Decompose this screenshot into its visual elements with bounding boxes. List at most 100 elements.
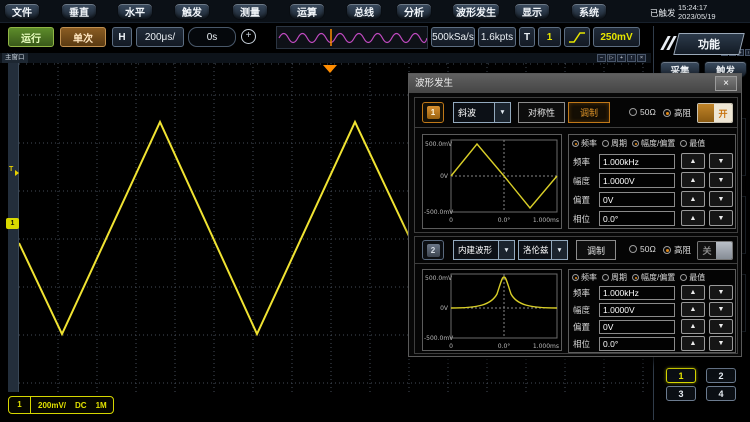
trigger-slope-button[interactable] [564,27,590,47]
ch1-offset-input[interactable]: 0V [599,192,675,207]
ch1-mode-frequency[interactable]: 频率 [572,138,597,149]
decrease-button[interactable]: ▼ [709,302,733,317]
trigger-level-button[interactable]: 250mV [593,27,640,47]
ch1-phase-input[interactable]: 0.0° [599,211,675,226]
ch2-impedance-50-radio[interactable]: 50Ω [629,244,656,254]
softkey-2[interactable]: 2 [706,368,736,383]
ch2-wavetype-dropdown[interactable]: 洛伦兹 ▼ [518,240,568,260]
ch2-mode-period[interactable]: 周期 [602,272,627,283]
menu-display[interactable]: 显示 [514,3,550,20]
ch1-impedance-hiz-radio[interactable]: 高阻 [663,107,691,119]
softkey-3[interactable]: 3 [666,386,696,401]
menu-bus[interactable]: 总线 [346,3,382,20]
dock-icon[interactable]: ↑ [627,54,636,62]
decrease-button[interactable]: ▼ [709,172,733,188]
increase-button[interactable]: ▲ [681,302,705,317]
restore-icon[interactable]: ▷ [607,54,616,62]
trigger-position-field[interactable]: 0s [188,27,236,47]
close-icon[interactable]: × [637,54,646,62]
menu-file[interactable]: 文件 [4,3,40,20]
zoom-plus-icon[interactable]: + [241,29,256,44]
memory-depth-button[interactable]: 1.6kpts [478,27,516,47]
ch2-output-toggle[interactable]: 关 [697,241,733,260]
ch2-mode-frequency[interactable]: 频率 [572,272,597,283]
menu-measure[interactable]: 测量 [232,3,268,20]
ch2-mode-radios: 频率 周期 幅度/偏置 最值 [572,272,705,283]
ch1-mode-period[interactable]: 周期 [602,138,627,149]
trigger-level-marker[interactable]: T [9,166,13,173]
up-arrow-icon: ▲ [690,177,697,184]
svg-text:0V: 0V [440,305,449,312]
channel1-position-marker[interactable]: 1 [6,218,19,229]
wavegen-ch2-section: 2 内建波形 ▼ 洛伦兹 ▼ 调制 50Ω 高阻 关 [414,236,738,354]
trigger-source-button[interactable]: 1 [538,27,561,47]
ch1-wavetype-dropdown[interactable]: 斜波 ▼ [453,102,511,123]
ch2-impedance-hiz-radio[interactable]: 高阻 [663,244,691,256]
function-button[interactable]: 功能 [673,33,744,55]
increase-button[interactable]: ▲ [681,172,705,188]
menu-trigger[interactable]: 触发 [174,3,210,20]
dialog-title[interactable]: 波形发生 [409,74,741,93]
ch1-control-row: 1 斜波 ▼ 对称性 调制 50Ω 高阻 开 [415,98,737,128]
ch1-symmetry-button[interactable]: 对称性 [518,102,565,123]
ch2-frequency-input[interactable]: 1.000kHz [599,286,675,300]
sample-rate-button[interactable]: 500kSa/s [431,27,475,47]
timebase-button[interactable]: 200μs/ [136,27,184,47]
softkey-1[interactable]: 1 [666,368,696,383]
svg-text:-500.0mV: -500.0mV [424,335,454,342]
ch1-output-toggle[interactable]: 开 [697,103,733,123]
ch1-mode-maxmin[interactable]: 最值 [680,138,705,149]
trigger-t-button[interactable]: T [519,27,535,47]
ch2-mode-amp-offset[interactable]: 幅度/偏置 [632,272,675,283]
horizontal-button[interactable]: H [112,27,132,47]
increase-button[interactable]: ▲ [681,210,705,226]
ch1-frequency-input[interactable]: 1.000kHz [599,154,675,169]
single-button[interactable]: 单次 [60,27,106,47]
ch2-mode-maxmin[interactable]: 最值 [680,272,705,283]
ch2-modulation-button[interactable]: 调制 [576,240,616,260]
ch1-modulation-button[interactable]: 调制 [568,102,610,123]
ch2-phase-input[interactable]: 0.0° [599,337,675,351]
trigger-position-marker[interactable] [323,65,337,73]
increase-button[interactable]: ▲ [681,191,705,207]
increase-button[interactable]: ▲ [681,285,705,300]
ch2-wavemenu-dropdown[interactable]: 内建波形 ▼ [453,240,515,260]
ch1-mode-amp-offset[interactable]: 幅度/偏置 [632,138,675,149]
main-window-tab[interactable]: 主窗口 [2,53,28,63]
increase-button[interactable]: ▲ [681,153,705,169]
timebase-overview-strip[interactable] [276,26,428,49]
svg-text:0V: 0V [440,173,449,180]
menu-wavegen[interactable]: 波形发生 [452,3,500,20]
run-button[interactable]: 运行 [8,27,54,47]
decrease-button[interactable]: ▼ [709,285,733,300]
channel1-badge[interactable]: 1 200mV/ DC 1M [8,396,114,414]
ch1-key-button[interactable]: 1 [422,102,444,123]
ch2-key-button[interactable]: 2 [422,240,444,260]
add-icon[interactable]: + [617,54,626,62]
menu-system[interactable]: 系统 [571,3,607,20]
softkey-4[interactable]: 4 [706,386,736,401]
ch1-impedance-50-radio[interactable]: 50Ω [629,107,656,117]
ch2-amplitude-row: 幅度 1.0000V ▲ ▼ [569,302,735,318]
ch2-offset-input[interactable]: 0V [599,320,675,334]
dock-icon[interactable]: ↑ [745,49,750,56]
dialog-close-button[interactable]: × [715,76,737,91]
menu-analyze[interactable]: 分析 [396,3,432,20]
channel-number: 1 [9,397,31,413]
menu-math[interactable]: 运算 [289,3,325,20]
increase-button[interactable]: ▲ [681,336,705,351]
decrease-button[interactable]: ▼ [709,210,733,226]
ch2-amplitude-input[interactable]: 1.0000V [599,303,675,317]
decrease-button[interactable]: ▼ [709,319,733,334]
increase-button[interactable]: ▲ [681,319,705,334]
ch1-amplitude-input[interactable]: 1.0000V [599,173,675,188]
ch1-amplitude-row: 幅度 1.0000V ▲ ▼ [569,172,735,189]
decrease-button[interactable]: ▼ [709,336,733,351]
menu-vertical[interactable]: 垂直 [61,3,97,20]
decrease-button[interactable]: ▼ [709,153,733,169]
menu-horizontal[interactable]: 水平 [117,3,153,20]
decrease-button[interactable]: ▼ [709,191,733,207]
ch2-control-row: 2 内建波形 ▼ 洛伦兹 ▼ 调制 50Ω 高阻 关 [415,237,737,264]
down-arrow-icon: ▼ [718,158,725,165]
minimize-icon[interactable]: − [597,54,606,62]
